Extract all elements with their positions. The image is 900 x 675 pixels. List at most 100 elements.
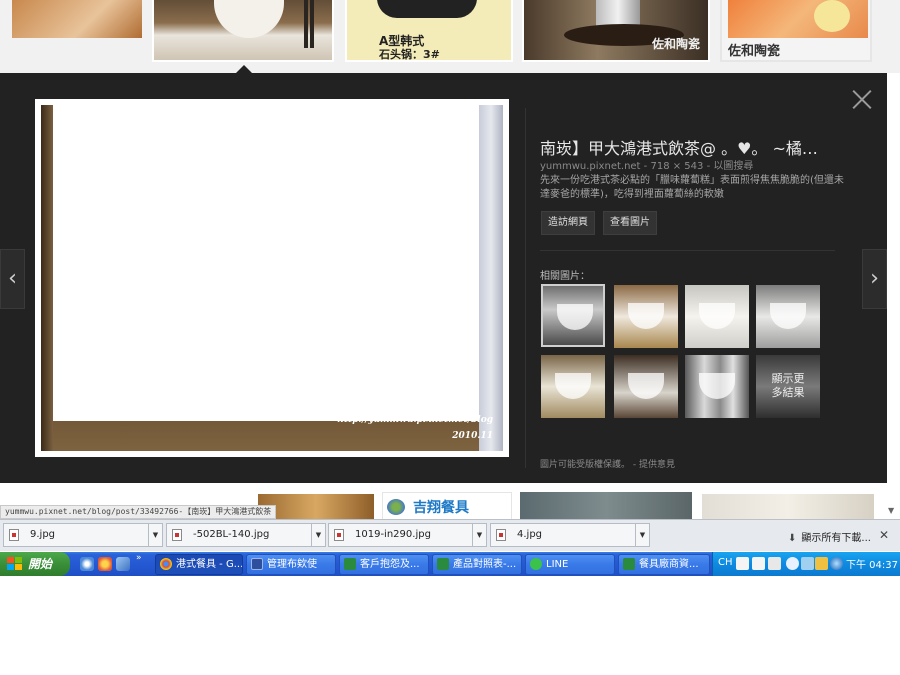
quick-launch-ie-icon[interactable] — [80, 557, 94, 571]
quick-launch-overflow-icon[interactable]: » — [136, 553, 142, 563]
related-image-shape — [628, 303, 664, 329]
chevron-down-icon[interactable]: ▼ — [311, 524, 325, 546]
keyboard-icon[interactable] — [768, 557, 781, 570]
visit-page-button[interactable]: 造訪網頁 — [541, 211, 595, 235]
chevron-down-icon[interactable]: ▼ — [472, 524, 486, 546]
download-arrow-icon: ⬇ — [788, 533, 797, 544]
quick-launch-media-icon[interactable] — [98, 557, 112, 571]
ime-icon[interactable] — [736, 557, 749, 570]
language-indicator[interactable]: CH — [718, 557, 733, 568]
feedback-link[interactable]: 提供意見 — [639, 460, 675, 470]
related-image-shape — [770, 303, 806, 329]
related-image-shape — [699, 303, 735, 329]
bottom-thumbnail-4[interactable] — [702, 494, 874, 520]
status-bar-url: yummwu.pixnet.net/blog/post/33492766-【南崁… — [0, 505, 277, 519]
related-image-1[interactable] — [541, 284, 605, 347]
quick-launch-explorer-icon[interactable] — [116, 557, 130, 571]
app-icon — [251, 558, 263, 570]
related-image-shape — [699, 373, 735, 399]
download-item[interactable]: 4.jpg ▼ — [490, 523, 650, 547]
copyright-notice: 圖片可能受版權保護。 - 提供意見 — [540, 460, 676, 470]
download-item[interactable]: 9.jpg ▼ — [3, 523, 163, 547]
chevron-down-icon[interactable]: ▼ — [635, 524, 649, 546]
thumbnail-4[interactable]: 佐和陶瓷 — [522, 0, 710, 62]
preview-image-right-edge — [479, 105, 503, 451]
thumbnail-5-caption: 佐和陶瓷 — [728, 44, 781, 59]
windows-logo-icon — [7, 557, 23, 571]
related-image-shape — [628, 373, 664, 399]
thumbnail-flower-shape — [814, 0, 850, 32]
expand-tray-icon[interactable] — [786, 557, 799, 570]
line-icon — [530, 558, 542, 570]
image-description: 先來一份吃港式茶必點的「臘味蘿蔔糕」表面煎得焦焦脆脆的(但還未達麥爸的標準)，吃… — [540, 175, 844, 200]
related-image-6[interactable] — [614, 355, 678, 418]
blank-area — [0, 576, 900, 675]
download-item[interactable]: 1019-in290.jpg ▼ — [328, 523, 487, 547]
preview-watermark-date: 2010.11 — [452, 431, 493, 441]
show-more-results-label: 顯示更 多結果 — [771, 372, 805, 399]
related-image-4[interactable] — [756, 285, 820, 348]
related-image-5[interactable] — [541, 355, 605, 418]
related-image-7[interactable] — [685, 355, 749, 418]
taskbar-button-line[interactable]: LINE — [525, 554, 615, 575]
download-filename: 1019-in290.jpg — [355, 529, 431, 540]
start-label: 開始 — [28, 557, 53, 571]
clock[interactable]: 下午 04:37 — [846, 556, 898, 571]
screen: A型韩式 石头锅：3# 佐和陶瓷 佐和陶瓷 ‹ › http://yummwu.… — [0, 0, 900, 675]
network-icon[interactable] — [801, 557, 814, 570]
image-file-icon — [9, 529, 19, 541]
related-image-shape — [557, 304, 593, 330]
related-image-2[interactable] — [614, 285, 678, 348]
preview-image-unloaded-area — [53, 105, 479, 421]
preview-image[interactable]: http://yummwu.pixnet.net/blog 2010.11 — [41, 105, 503, 451]
thumbnail-5[interactable]: 佐和陶瓷 — [720, 0, 872, 62]
thumbnail-cup-shape — [214, 0, 284, 38]
bottom-thumbnail-3[interactable] — [520, 492, 692, 520]
show-all-downloads-link[interactable]: ⬇ 顯示所有下載... — [788, 529, 871, 544]
preview-image-left-edge — [41, 105, 53, 451]
taskbar-button-4[interactable]: 產品對照表-... — [432, 554, 522, 575]
next-image-button[interactable]: › — [862, 249, 887, 309]
thumbnail-canister-shape — [596, 0, 640, 26]
bottom-thumbnail-2-text: 吉翔餐具 — [413, 500, 469, 516]
panel-divider — [525, 108, 526, 468]
thumbnail-3-line2: 石头锅：3# — [379, 48, 440, 61]
view-image-button[interactable]: 查看圖片 — [603, 211, 657, 235]
security-icon[interactable] — [815, 557, 828, 570]
brand-logo-icon — [387, 499, 405, 515]
image-size: 718 × 543 — [650, 161, 704, 172]
thumbnail-chopsticks-shape — [304, 0, 308, 48]
image-file-icon — [496, 529, 506, 541]
image-title-link[interactable]: 南崁】甲大鴻港式飲茶@ 。♥。 ~橘… — [540, 135, 840, 159]
thumbnail-1[interactable] — [12, 0, 142, 38]
download-filename: -502BL-140.jpg — [193, 529, 270, 540]
prev-image-button[interactable]: ‹ — [0, 249, 25, 309]
image-file-icon — [172, 529, 182, 541]
close-shelf-icon[interactable]: ✕ — [879, 528, 889, 542]
taskbar-button-3[interactable]: 客戶抱怨及... — [339, 554, 429, 575]
download-item[interactable]: -502BL-140.jpg ▼ — [166, 523, 326, 547]
close-icon[interactable] — [852, 89, 872, 109]
related-image-3[interactable] — [685, 285, 749, 348]
thumbnail-4-watermark: 佐和陶瓷 — [651, 37, 700, 51]
update-icon[interactable] — [830, 557, 843, 570]
input-mode-icon[interactable] — [752, 557, 765, 570]
download-filename: 4.jpg — [517, 529, 543, 540]
show-more-results-button[interactable]: 顯示更 多結果 — [756, 355, 820, 418]
taskbar-button-6[interactable]: 餐具廠商資... — [618, 554, 710, 575]
top-thumbnail-strip: A型韩式 石头锅：3# 佐和陶瓷 佐和陶瓷 — [0, 0, 900, 74]
search-by-image-link[interactable]: 以圖搜尋 — [713, 161, 753, 172]
bottom-thumbnail-2[interactable]: 吉翔餐具 — [382, 492, 512, 520]
excel-icon — [623, 558, 635, 570]
thumbnail-2-selected[interactable] — [152, 0, 334, 62]
excel-icon — [437, 558, 449, 570]
scroll-down-icon[interactable]: ▼ — [888, 506, 894, 515]
taskbar-button-2[interactable]: 管理布欸使 — [246, 554, 336, 575]
start-button[interactable]: 開始 — [0, 552, 70, 576]
image-file-icon — [334, 529, 344, 541]
thumbnail-pot-shape — [377, 0, 477, 18]
taskbar-button-chrome[interactable]: 港式餐具 - G... — [155, 554, 243, 575]
chevron-down-icon[interactable]: ▼ — [148, 524, 162, 546]
thumbnail-3[interactable]: A型韩式 石头锅：3# — [345, 0, 513, 62]
related-image-shape — [555, 373, 591, 399]
